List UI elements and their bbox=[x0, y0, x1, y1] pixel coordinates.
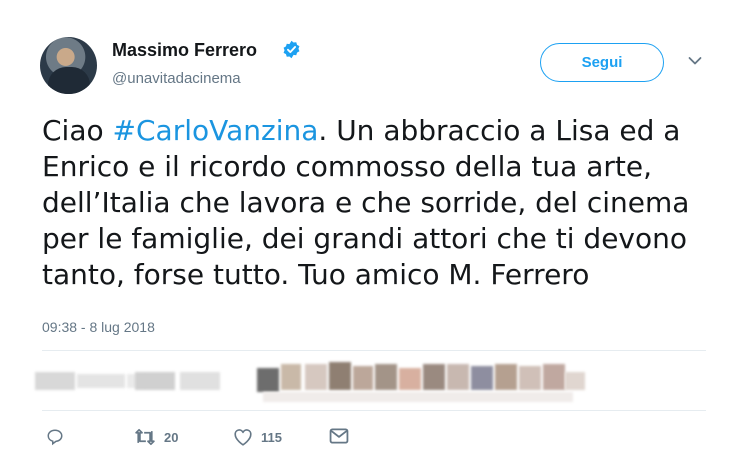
divider bbox=[42, 410, 706, 411]
chevron-down-icon[interactable] bbox=[688, 56, 702, 66]
retweet-button[interactable]: 20 bbox=[134, 428, 178, 446]
heart-icon bbox=[234, 429, 252, 446]
retweet-count: 20 bbox=[164, 429, 179, 445]
direct-message-button[interactable] bbox=[329, 428, 349, 444]
tweet-timestamp[interactable]: 09:38 - 8 lug 2018 bbox=[42, 319, 155, 335]
tweet-line-3: dell’Italia che lavora e che sorride, de… bbox=[42, 186, 690, 219]
verified-badge-icon bbox=[283, 40, 300, 59]
tweet-line-1: Ciao #CarloVanzina. Un abbraccio a Lisa … bbox=[42, 114, 681, 147]
reply-button[interactable] bbox=[46, 428, 64, 446]
pixelated-engagement-row bbox=[35, 360, 635, 406]
author-handle[interactable]: @unavitadacinema bbox=[112, 70, 241, 87]
reply-icon bbox=[47, 429, 63, 446]
tweet-text: Ciao #CarloVanzina. Un abbraccio a Lisa … bbox=[42, 113, 722, 293]
follow-button[interactable]: Segui bbox=[540, 43, 664, 82]
tweet-line-2: Enrico e il ricordo commosso della tua a… bbox=[42, 150, 652, 183]
envelope-icon bbox=[329, 428, 349, 444]
like-count: 115 bbox=[261, 429, 282, 445]
like-button[interactable]: 115 bbox=[233, 428, 282, 446]
author-name[interactable]: Massimo Ferrero bbox=[112, 40, 257, 61]
tweet-line-5: tanto, forse tutto. Tuo amico M. Ferrero bbox=[42, 258, 590, 291]
divider bbox=[42, 350, 706, 351]
hashtag-link[interactable]: #CarloVanzina bbox=[113, 114, 319, 147]
retweet-icon bbox=[135, 428, 155, 446]
user-avatar[interactable] bbox=[40, 37, 97, 94]
tweet-line-4: per le famiglie, dei grandi attori che t… bbox=[42, 222, 688, 255]
